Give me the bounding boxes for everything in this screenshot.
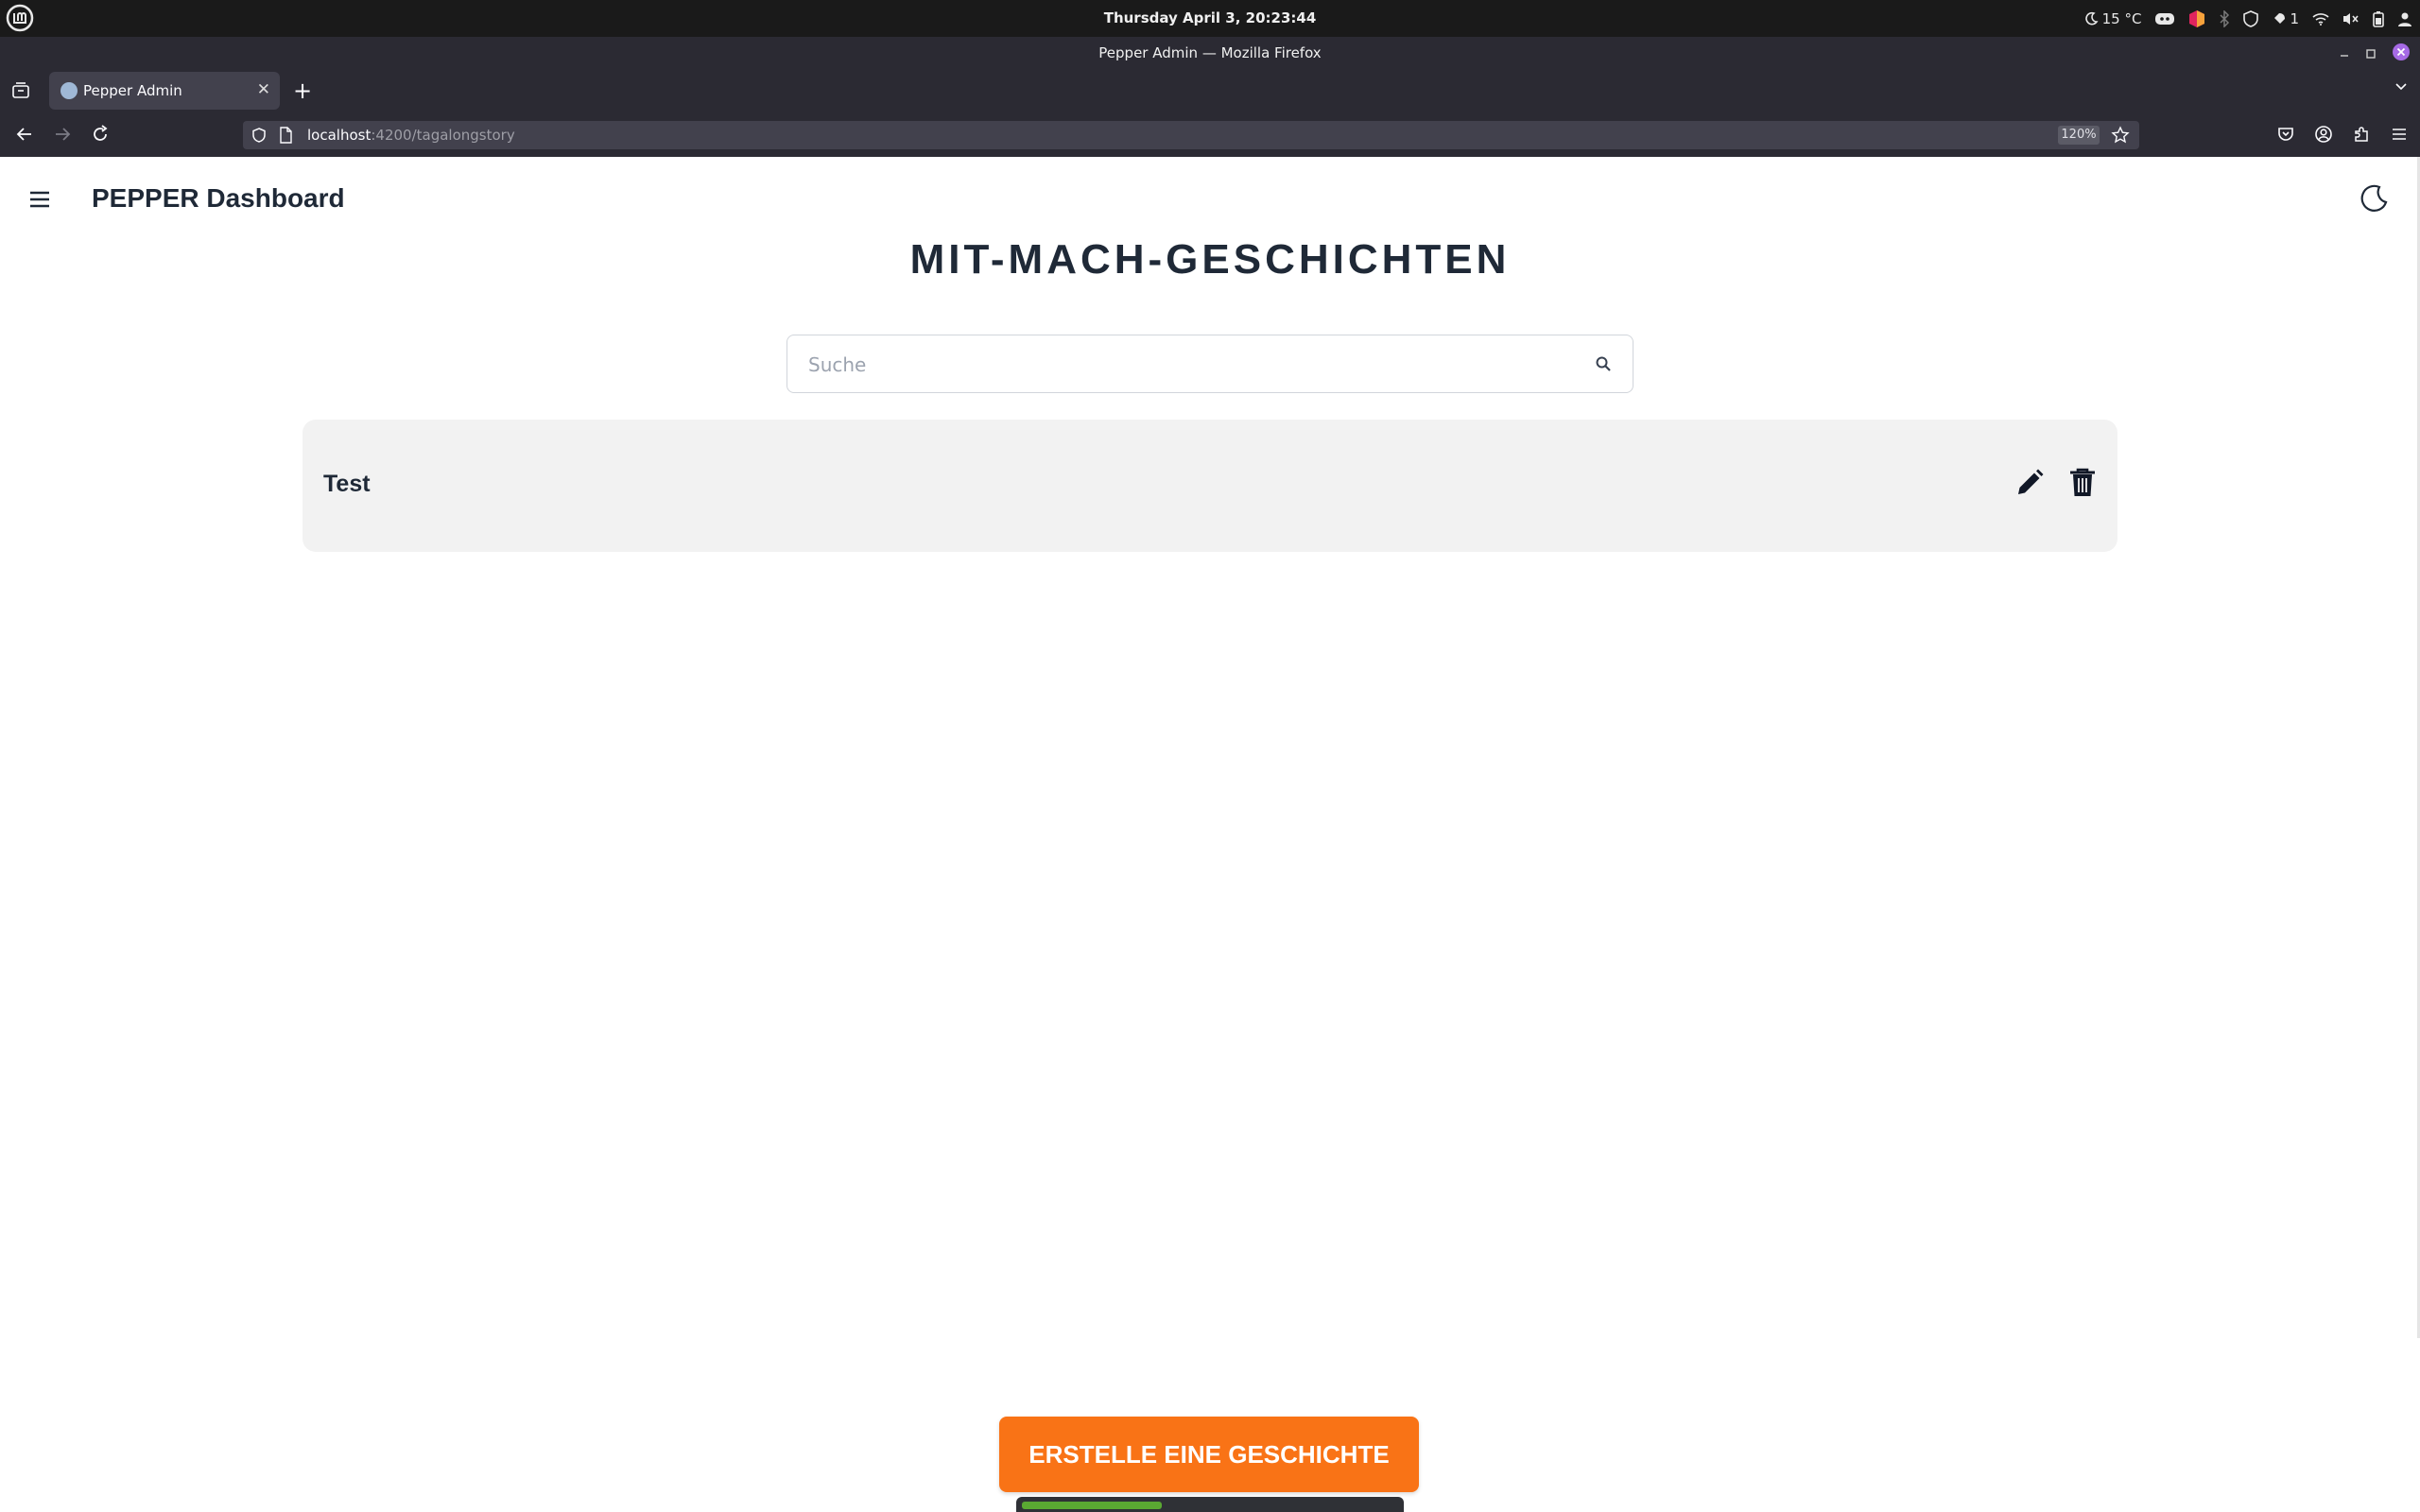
wifi-icon[interactable] [2312,12,2329,26]
system-tray: 15 °C 1 [2083,0,2412,37]
notification-count: 1 [2290,9,2299,27]
close-window-icon[interactable] [2392,43,2411,65]
edit-story-pencil-icon[interactable] [2014,467,2046,503]
zoom-level-badge[interactable]: 120% [2058,126,2100,145]
toast-progress-bar [1022,1502,1162,1509]
close-tab-icon[interactable]: ✕ [257,80,270,99]
user-menu-icon[interactable] [2397,11,2412,26]
tab-strip: Pepper Admin ✕ + [0,69,2420,113]
delete-story-trash-icon[interactable] [2068,467,2097,503]
page-title: MIT-MACH-GESCHICHTEN [909,236,1511,283]
system-clock[interactable]: Thursday April 3, 20:23:44 [0,0,2420,37]
navigation-toolbar: localhost:4200/tagalongstory 120% [0,113,2420,157]
bluetooth-icon[interactable] [2219,9,2230,27]
weather-widget[interactable]: 15 °C [2083,9,2142,27]
url-host: localhost [307,127,372,144]
toolbar-right-icons [2276,125,2409,147]
story-card[interactable]: Test [302,420,2118,552]
tracking-protection-shield-icon[interactable] [251,127,268,147]
forward-icon[interactable] [53,125,72,147]
notifications-indicator[interactable]: 1 [2272,10,2299,27]
tab-pepper-admin[interactable]: Pepper Admin ✕ [49,72,280,110]
reload-icon[interactable] [91,125,110,147]
battery-icon[interactable] [2373,10,2384,27]
moon-weather-icon [2084,11,2099,25]
app-menu-icon[interactable] [2390,125,2409,147]
window-title: Pepper Admin — Mozilla Firefox [1098,44,1322,61]
story-title: Test [323,471,371,497]
tab-title: Pepper Admin [83,82,182,99]
rocket-icon [2274,12,2286,24]
search-input[interactable] [806,335,1585,394]
minimize-icon[interactable] [2339,45,2350,63]
account-icon[interactable] [2314,125,2333,147]
window-controls [2339,43,2411,65]
search-icon[interactable] [1595,355,1612,376]
vpn-shield-icon[interactable] [2243,9,2259,27]
app-tray-icon[interactable] [2188,9,2205,28]
weather-temperature: 15 °C [2101,9,2142,27]
new-tab-icon[interactable]: + [293,77,312,104]
os-top-panel: Thursday April 3, 20:23:44 15 °C 1 [0,0,2420,37]
search-box [786,335,1634,394]
firefox-view-icon[interactable] [11,82,30,103]
maximize-icon[interactable] [2365,45,2377,63]
dark-mode-toggle-icon[interactable] [2360,183,2390,217]
page-content: PEPPER Dashboard MIT-MACH-GESCHICHTEN Te… [0,157,2420,1512]
url-bar[interactable]: localhost:4200/tagalongstory 120% [243,121,2139,149]
list-all-tabs-icon[interactable] [2394,78,2409,97]
toast-notification [1016,1497,1404,1512]
discord-icon[interactable] [2154,11,2175,26]
hamburger-menu-icon[interactable] [28,190,51,213]
url-path: :4200/tagalongstory [371,127,515,144]
app-brand[interactable]: PEPPER Dashboard [92,183,345,214]
window-titlebar: Pepper Admin — Mozilla Firefox [0,37,2420,69]
extensions-icon[interactable] [2352,125,2371,147]
page-info-icon[interactable] [279,127,292,147]
url-text[interactable]: localhost:4200/tagalongstory [307,127,515,144]
create-story-button[interactable]: ERSTELLE EINE GESCHICHTE [999,1417,1419,1492]
pocket-icon[interactable] [2276,125,2295,147]
bookmark-star-icon[interactable] [2111,126,2130,148]
volume-muted-icon[interactable] [2342,11,2360,26]
back-icon[interactable] [15,125,34,147]
pepper-favicon-icon [60,82,78,99]
